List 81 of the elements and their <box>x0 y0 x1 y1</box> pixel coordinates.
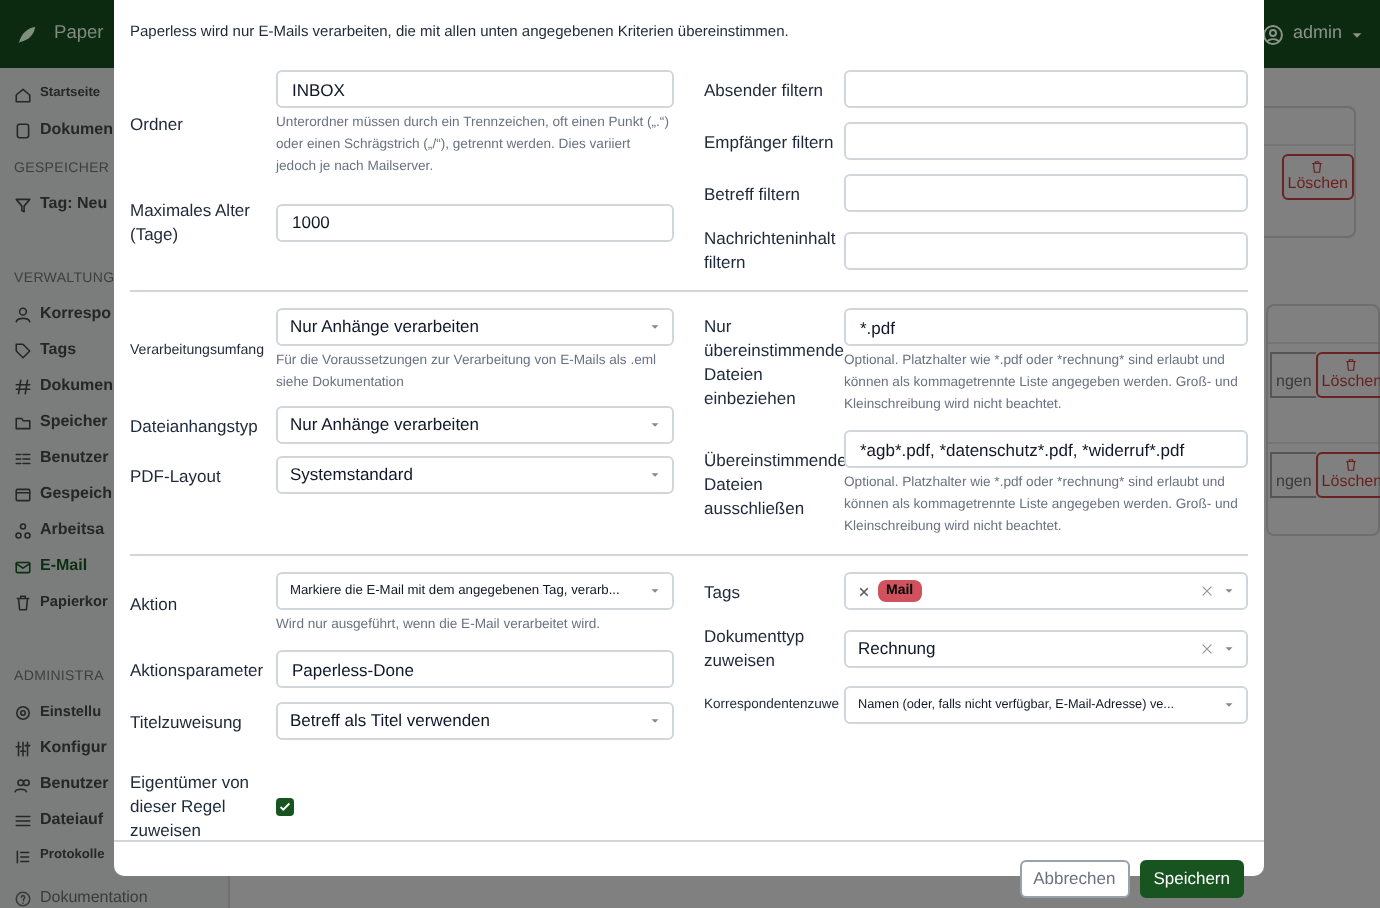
trash-icon <box>1310 160 1325 174</box>
window-icon <box>14 485 32 503</box>
envelope-icon <box>14 557 32 575</box>
input-field[interactable]: *.pdf <box>844 308 1248 347</box>
field-label: Übereinstimmende Dateien ausschließen <box>704 448 844 520</box>
field-label: Aktion <box>130 592 180 617</box>
trash-icon <box>14 593 32 611</box>
trash-icon <box>1344 458 1359 472</box>
field-label: Eigentümer von dieser Regel zuweisen <box>130 770 252 843</box>
select-field[interactable]: Nur Anhänge verarbeiten <box>276 308 674 347</box>
sidebar-item[interactable]: Tag: Neu <box>40 192 108 216</box>
select-field[interactable]: Rechnung <box>844 629 1248 668</box>
field-label: Ordner <box>130 112 185 137</box>
remove-icon <box>858 585 870 598</box>
nodes-icon <box>14 521 32 539</box>
field-label: Dokumenttyp zuweisen <box>704 624 807 673</box>
field-label: Absender filtern <box>704 77 826 102</box>
cancel-button[interactable]: Abbrechen <box>1019 860 1130 899</box>
card-button[interactable]: ngen <box>1270 452 1316 498</box>
home-icon <box>14 85 32 103</box>
field-label: Dateianhangstyp <box>130 413 260 438</box>
field-label: Maximales Alter (Tage) <box>130 198 252 247</box>
checkbox[interactable] <box>276 797 294 816</box>
sidebar-item[interactable]: Dateiauf <box>40 808 104 832</box>
field-label: Titelzuweisung <box>130 709 244 734</box>
input-field[interactable] <box>844 174 1248 213</box>
field-label: PDF-Layout <box>130 463 223 488</box>
app-title: Paper <box>54 20 104 47</box>
input-field[interactable]: Paperless-Done <box>276 650 674 689</box>
input-field[interactable]: INBOX <box>276 70 674 109</box>
sidebar-item[interactable]: Konfigur <box>40 736 107 760</box>
tag-icon <box>14 341 32 359</box>
clear-icon <box>1200 584 1214 599</box>
people-icon <box>14 775 32 793</box>
caret-icon <box>1350 27 1364 41</box>
sidebar-item[interactable]: Dokumen <box>40 118 113 142</box>
lines-icon <box>14 847 32 865</box>
leaf-icon <box>16 23 38 45</box>
caret-icon <box>1222 641 1236 656</box>
sidebar-item[interactable]: Benutzer <box>40 772 109 796</box>
fields-icon <box>14 449 32 467</box>
input-field[interactable] <box>844 122 1248 161</box>
user-icon <box>1262 23 1285 45</box>
hash-icon <box>14 377 32 395</box>
sidebar-item[interactable]: Dokumen <box>40 374 113 398</box>
user-menu[interactable]: admin <box>1292 20 1342 48</box>
sidebar-item[interactable]: Speicher <box>40 410 108 434</box>
sidebar-item[interactable]: Dokumentation <box>40 886 148 908</box>
input-field[interactable]: 1000 <box>276 203 674 242</box>
field-label: Aktionsparameter <box>130 657 266 682</box>
trash-icon <box>1344 358 1359 372</box>
clear-icon <box>1200 641 1214 656</box>
select-field[interactable]: Betreff als Titel verwenden <box>276 702 674 741</box>
select-field[interactable]: Nur Anhänge verarbeiten <box>276 406 674 445</box>
input-field[interactable]: *agb*.pdf, *datenschutz*.pdf, *widerruf*.pdf <box>844 430 1248 469</box>
help-icon <box>14 889 32 907</box>
sidebar-item[interactable]: Arbeitsa <box>40 518 105 542</box>
gear-icon <box>14 703 32 721</box>
delete-button[interactable]: Löschen <box>1281 154 1354 200</box>
sidebar-item[interactable]: Gespeich <box>40 482 113 506</box>
field-label: Tags <box>704 579 742 604</box>
sidebar-item[interactable]: E-Mail <box>40 554 88 578</box>
field-label: Betreff filtern <box>704 181 803 206</box>
person-icon <box>14 305 32 323</box>
field-label: Nur übereinstimmende Dateien einbeziehen <box>704 314 844 411</box>
select-field[interactable]: Systemstandard <box>276 456 674 495</box>
input-field[interactable] <box>844 70 1248 109</box>
sliders-icon <box>14 739 32 757</box>
folder-icon <box>14 413 32 431</box>
sidebar-item[interactable]: Tags <box>40 338 77 362</box>
check-icon <box>278 799 292 814</box>
sidebar-item[interactable]: Korrespo <box>40 302 112 326</box>
field-label: Nachrichteninhalt filtern <box>704 226 838 275</box>
document-icon <box>14 121 32 139</box>
field-label: Empfänger filtern <box>704 129 836 154</box>
sidebar-item[interactable]: Benutzer <box>40 446 109 470</box>
card-button[interactable]: ngen <box>1270 352 1316 398</box>
list-icon <box>14 811 32 829</box>
save-button[interactable]: Speichern <box>1139 860 1244 899</box>
input-field[interactable] <box>844 231 1248 270</box>
funnel-icon <box>14 195 32 213</box>
